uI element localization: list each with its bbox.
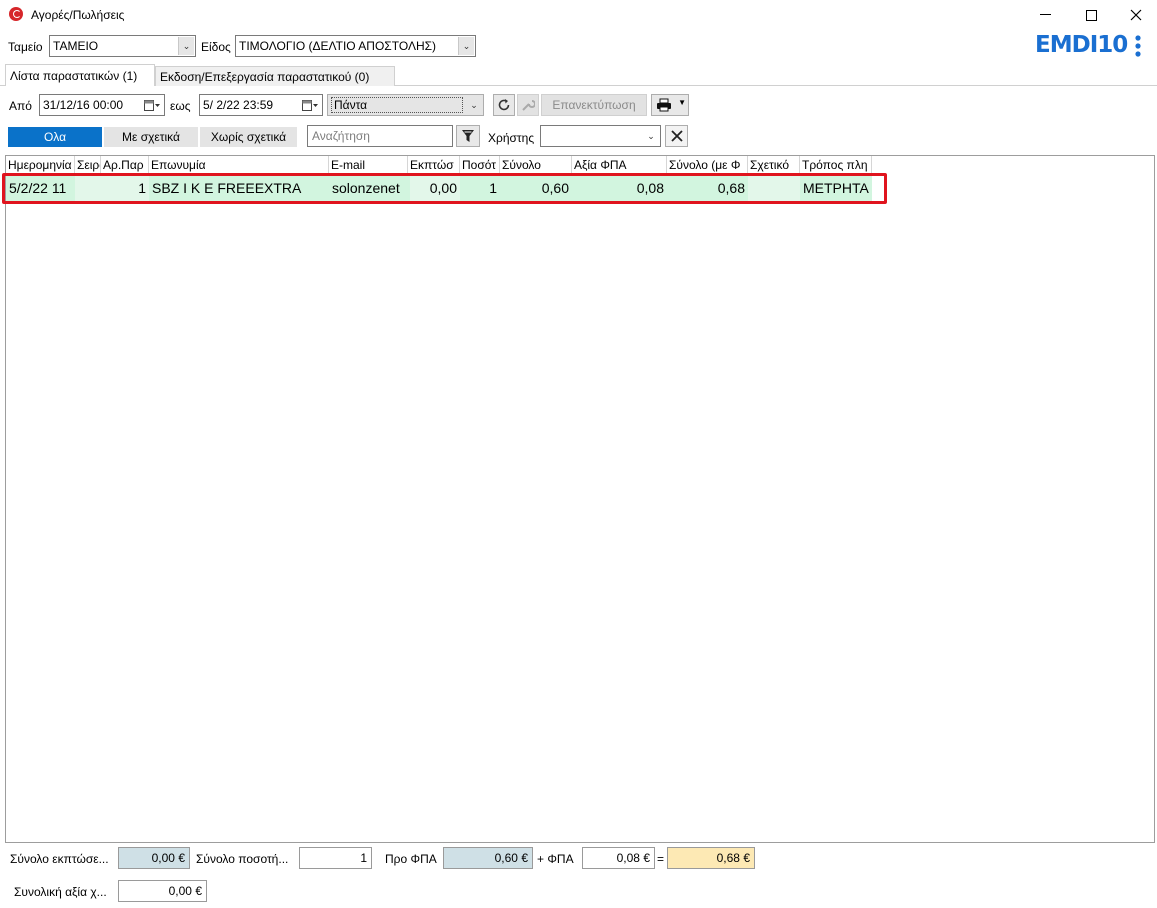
- row-highlight-box: [2, 173, 887, 204]
- minimize-button[interactable]: [1022, 0, 1068, 30]
- to-date-picker[interactable]: 5/ 2/22 23:59: [199, 94, 323, 116]
- refresh-icon: [498, 99, 510, 111]
- column-header-vat[interactable]: Αξία ΦΠΑ: [572, 156, 667, 174]
- total-value: 0,00 €: [118, 880, 207, 902]
- cash-select-value: ΤΑΜΕΙΟ: [53, 39, 99, 53]
- filter-all-button[interactable]: Ολα: [8, 127, 102, 147]
- reprint-label: Επανεκτύπωση: [552, 98, 636, 112]
- close-icon: [670, 130, 683, 142]
- equals-sign: =: [657, 852, 665, 866]
- cash-select[interactable]: ΤΑΜΕΙΟ ⌄: [49, 35, 196, 57]
- column-header-name[interactable]: Επωνυμία: [149, 156, 329, 174]
- grand-total-value: 0,68 €: [667, 847, 755, 869]
- tab-document-list-label: Λίστα παραστατικών (1): [10, 68, 138, 83]
- search-placeholder: Αναζήτηση: [312, 129, 370, 143]
- type-select-value: ΤΙΜΟΛΟΓΙΟ (ΔΕΛΤΙΟ ΑΠΟΣΤΟΛΗΣ): [239, 39, 437, 53]
- maximize-button[interactable]: [1068, 0, 1114, 30]
- from-label: Από: [9, 99, 32, 113]
- vat-value: 0,08 €: [582, 847, 655, 869]
- maximize-icon: [1085, 9, 1097, 21]
- chevron-down-icon: ⌄: [643, 127, 659, 145]
- calendar-icon: [144, 100, 160, 111]
- funnel-icon: [462, 130, 474, 142]
- search-input[interactable]: Αναζήτηση: [307, 125, 453, 147]
- printer-icon: [657, 98, 671, 112]
- period-select[interactable]: Πάντα ⌄: [327, 94, 484, 116]
- from-date-picker[interactable]: 31/12/16 00:00: [39, 94, 165, 116]
- emdi-logo: EMDI10: [1035, 32, 1128, 58]
- from-date-value: 31/12/16 00:00: [43, 98, 124, 112]
- close-button[interactable]: [1113, 0, 1157, 30]
- column-header-related[interactable]: Σχετικό: [748, 156, 800, 174]
- column-header-total[interactable]: Σύνολο: [500, 156, 572, 174]
- minimize-icon: [1039, 14, 1051, 15]
- close-icon: [1130, 9, 1142, 21]
- column-header-discount[interactable]: Εκπτώσ: [408, 156, 460, 174]
- column-header-number[interactable]: Αρ.Παρ: [101, 156, 149, 174]
- quantity-total-label: Σύνολο ποσοτή...: [196, 852, 289, 866]
- chevron-down-icon: ⌄: [178, 37, 194, 55]
- filter-unrelated-label: Χωρίς σχετικά: [210, 130, 287, 144]
- net-value: 0,60 €: [443, 847, 533, 869]
- discount-total-value: 0,00 €: [118, 847, 190, 869]
- filter-related-button[interactable]: Με σχετικά: [104, 127, 198, 147]
- column-header-series[interactable]: Σειρά: [75, 156, 101, 174]
- print-button[interactable]: ▼: [651, 94, 689, 116]
- wrench-icon: [522, 100, 535, 111]
- period-select-value: Πάντα: [331, 97, 463, 113]
- total-value-label: Συνολική αξία χ...: [14, 885, 107, 899]
- column-header-total-vat[interactable]: Σύνολο (με Φ: [667, 156, 748, 174]
- print-dropdown-icon[interactable]: ▼: [678, 98, 686, 107]
- column-header-payment[interactable]: Τρόπος πλη: [800, 156, 872, 174]
- quantity-total-value: 1: [299, 847, 372, 869]
- filter-related-label: Με σχετικά: [122, 130, 180, 144]
- tools-button[interactable]: [517, 94, 539, 116]
- reprint-button[interactable]: Επανεκτύπωση: [541, 94, 647, 116]
- to-date-value: 5/ 2/22 23:59: [203, 98, 274, 112]
- refresh-button[interactable]: [493, 94, 515, 116]
- column-header-date[interactable]: Ημερομηνία: [6, 156, 75, 174]
- tab-document-edit-label: Εκδοση/Επεξεργασία παραστατικού (0): [160, 69, 370, 84]
- filter-all-label: Ολα: [43, 130, 67, 144]
- calendar-icon: [302, 100, 318, 111]
- vat-label: + ΦΠΑ: [537, 852, 574, 866]
- app-icon: [9, 7, 23, 21]
- more-vertical-icon: [1135, 35, 1141, 57]
- tab-document-edit[interactable]: Εκδοση/Επεξεργασία παραστατικού (0): [155, 66, 395, 86]
- to-label: εως: [170, 99, 191, 113]
- window-title: Αγορές/Πωλήσεις: [31, 8, 125, 22]
- clear-filter-button[interactable]: [665, 125, 688, 147]
- net-label: Προ ΦΠΑ: [385, 852, 437, 866]
- filter-unrelated-button[interactable]: Χωρίς σχετικά: [200, 127, 297, 147]
- type-label: Είδος: [201, 40, 231, 54]
- filter-button[interactable]: [456, 125, 480, 147]
- column-header-email[interactable]: E-mail: [329, 156, 408, 174]
- user-select[interactable]: ⌄: [540, 125, 661, 147]
- type-select[interactable]: ΤΙΜΟΛΟΓΙΟ (ΔΕΛΤΙΟ ΑΠΟΣΤΟΛΗΣ) ⌄: [235, 35, 476, 57]
- discount-total-label: Σύνολο εκπτώσε...: [10, 852, 109, 866]
- chevron-down-icon: ⌄: [458, 37, 474, 55]
- chevron-down-icon: ⌄: [466, 96, 482, 114]
- user-label: Χρήστης: [488, 131, 535, 145]
- tab-document-list[interactable]: Λίστα παραστατικών (1): [5, 64, 155, 86]
- more-menu-button[interactable]: [1132, 34, 1144, 58]
- cash-label: Ταμείο: [8, 40, 43, 54]
- title-bar: Αγορές/Πωλήσεις: [0, 0, 1157, 30]
- column-header-quantity[interactable]: Ποσότ: [460, 156, 500, 174]
- documents-grid[interactable]: Ημερομηνία Σειρά Αρ.Παρ Επωνυμία E-mail …: [5, 155, 1155, 843]
